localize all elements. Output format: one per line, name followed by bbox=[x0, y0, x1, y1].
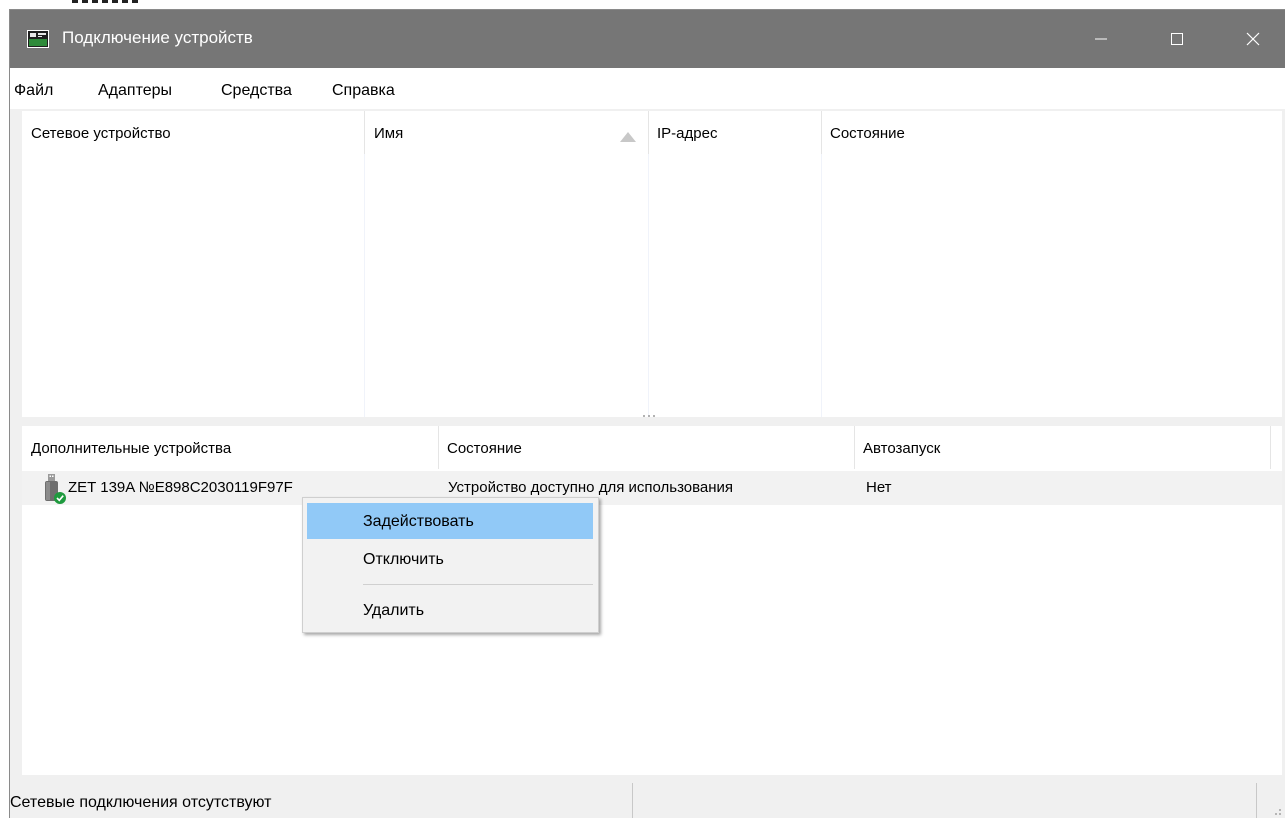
maximize-button[interactable] bbox=[1148, 10, 1206, 68]
column-header-device-state[interactable]: Состояние bbox=[438, 426, 854, 469]
partial-text-fragment bbox=[72, 0, 142, 3]
device-connection-window: Подключение устройств Файл Адаптеры Сред… bbox=[10, 10, 1285, 818]
title-bar[interactable]: Подключение устройств bbox=[10, 10, 1285, 68]
column-header-ip-address[interactable]: IP-адрес bbox=[648, 111, 821, 154]
resize-grip-icon[interactable] bbox=[1272, 806, 1282, 816]
menu-file[interactable]: Файл bbox=[14, 82, 53, 100]
minimize-icon bbox=[1095, 38, 1107, 40]
context-menu-delete[interactable]: Удалить bbox=[307, 592, 593, 628]
table-row[interactable]: ZET 139A №E898C2030119F97F Устройство до… bbox=[22, 471, 1282, 505]
status-text: Сетевые подключения отсутствуют bbox=[10, 794, 272, 811]
status-bar: Сетевые подключения отсутствуют bbox=[10, 778, 1285, 818]
background-strip bbox=[0, 0, 1285, 10]
context-menu-disable[interactable]: Отключить bbox=[307, 541, 593, 577]
splitter-handle[interactable] bbox=[642, 414, 656, 418]
sort-up-arrow-icon bbox=[620, 132, 636, 142]
usb-device-icon bbox=[45, 474, 66, 504]
column-header-name[interactable]: Имя bbox=[365, 111, 648, 154]
device-name-cell: ZET 139A №E898C2030119F97F bbox=[68, 479, 293, 496]
column-header-autostart[interactable]: Автозапуск bbox=[854, 426, 1270, 469]
column-header-state[interactable]: Состояние bbox=[821, 111, 1282, 154]
menu-adapters[interactable]: Адаптеры bbox=[98, 82, 172, 100]
status-divider bbox=[632, 783, 633, 818]
autostart-cell: Нет bbox=[866, 479, 892, 496]
menu-bar: Файл Адаптеры Средства Справка bbox=[10, 68, 1285, 109]
status-divider bbox=[1256, 783, 1257, 818]
maximize-icon bbox=[1171, 33, 1183, 45]
column-header-network-device[interactable]: Сетевое устройство bbox=[22, 111, 365, 154]
close-button[interactable] bbox=[1224, 10, 1282, 68]
context-menu-enable[interactable]: Задействовать bbox=[307, 503, 593, 539]
network-devices-list[interactable]: Сетевое устройство Имя IP-адрес Состояни… bbox=[22, 111, 1282, 417]
context-menu: Задействовать Отключить Удалить bbox=[302, 497, 599, 633]
grid-line bbox=[648, 154, 649, 417]
column-header-additional-devices[interactable]: Дополнительные устройства bbox=[22, 426, 438, 469]
context-menu-separator bbox=[363, 584, 593, 585]
network-device-app-icon bbox=[27, 30, 49, 48]
grid-line bbox=[821, 154, 822, 417]
check-badge-icon bbox=[54, 492, 66, 504]
minimize-button[interactable] bbox=[1072, 10, 1130, 68]
close-icon bbox=[1246, 32, 1260, 46]
device-state-cell: Устройство доступно для использования bbox=[448, 479, 734, 496]
column-divider[interactable] bbox=[1270, 426, 1271, 469]
grid-line bbox=[364, 154, 365, 417]
additional-devices-list[interactable]: Дополнительные устройства Состояние Авто… bbox=[22, 426, 1282, 775]
window-title: Подключение устройств bbox=[62, 28, 253, 47]
menu-tools[interactable]: Средства bbox=[221, 82, 292, 100]
menu-help[interactable]: Справка bbox=[332, 82, 395, 100]
